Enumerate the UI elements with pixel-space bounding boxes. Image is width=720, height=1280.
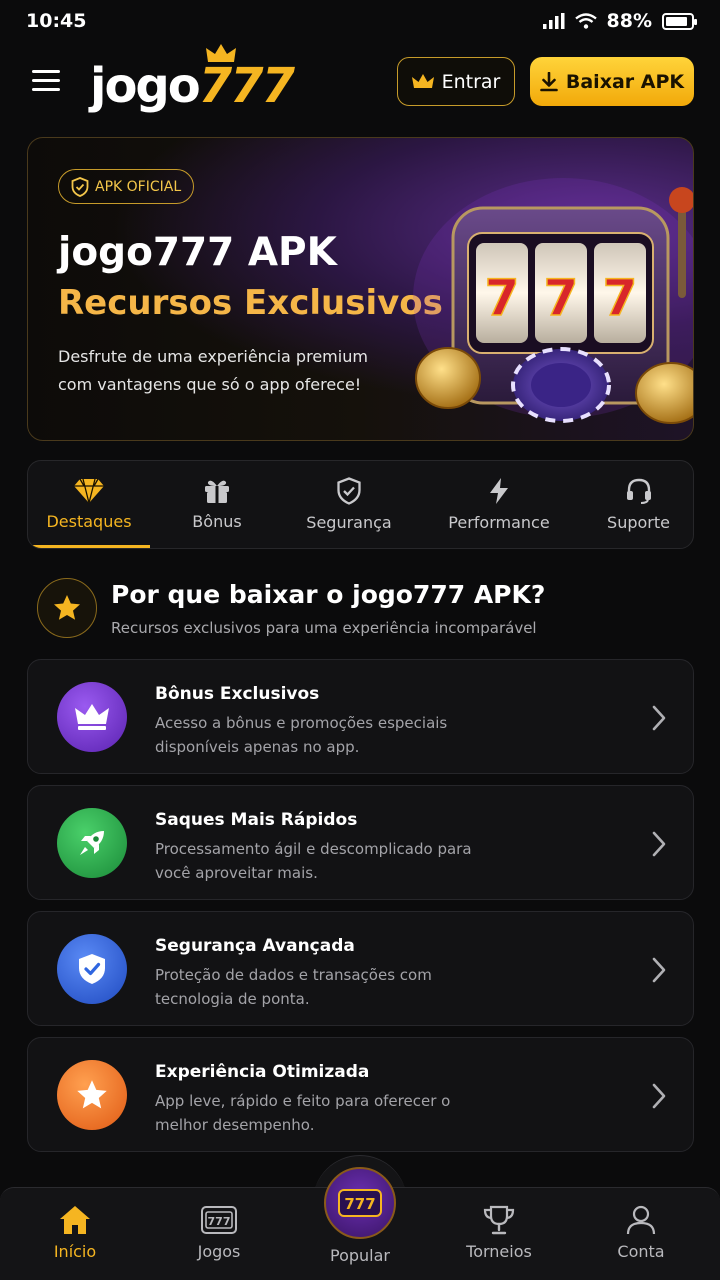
signal-icon bbox=[542, 13, 565, 29]
crown-icon bbox=[411, 73, 434, 88]
hero-title: jogo777 APK bbox=[58, 230, 337, 275]
logo: jogo 777 bbox=[90, 44, 295, 110]
battery-icon bbox=[662, 12, 697, 30]
section-subtitle: Recursos exclusivos para uma experiência… bbox=[111, 619, 537, 637]
feature-description: Acesso a bônus e promoções especiais dis… bbox=[155, 714, 448, 756]
nav-torneios[interactable]: Torneios bbox=[449, 1187, 549, 1280]
nav-popular-button[interactable]: 777 bbox=[324, 1167, 396, 1239]
crown-icon bbox=[57, 682, 127, 752]
status-time: 10:45 bbox=[26, 10, 87, 32]
feature-card-bonus[interactable]: Bônus Exclusivos Acesso a bônus e promoç… bbox=[27, 659, 694, 774]
feature-description: App leve, rápido e feito para oferecer o… bbox=[155, 1092, 451, 1134]
feature-card-seguranca[interactable]: Segurança Avançada Proteção de dados e t… bbox=[27, 911, 694, 1026]
feature-title: Bônus Exclusivos bbox=[155, 684, 320, 704]
nav-inicio[interactable]: Início bbox=[25, 1187, 125, 1280]
download-apk-button[interactable]: Baixar APK bbox=[530, 57, 694, 106]
wifi-icon bbox=[574, 13, 597, 29]
tab-performance[interactable]: Performance bbox=[414, 461, 584, 548]
gift-icon bbox=[205, 480, 229, 503]
headset-icon bbox=[626, 478, 651, 504]
official-apk-badge: APK OFICIAL bbox=[58, 169, 195, 204]
login-button[interactable]: Entrar bbox=[397, 57, 515, 106]
svg-text:7: 7 bbox=[603, 269, 638, 327]
nav-conta[interactable]: Conta bbox=[591, 1187, 691, 1280]
svg-text:777: 777 bbox=[208, 1215, 231, 1228]
feature-tabs: Destaques Bônus Segurança Performance Su… bbox=[27, 460, 694, 549]
battery-percent: 88% bbox=[606, 10, 652, 32]
hero-subtitle: Recursos Exclusivos bbox=[58, 283, 443, 323]
shield-check-icon bbox=[57, 934, 127, 1004]
slot-machine-image: 7 7 7 bbox=[413, 178, 693, 424]
slot-icon: 777 bbox=[201, 1206, 237, 1234]
menu-icon[interactable] bbox=[32, 70, 60, 92]
rocket-icon bbox=[57, 808, 127, 878]
user-icon bbox=[626, 1205, 656, 1235]
feature-card-saques[interactable]: Saques Mais Rápidos Processamento ágil e… bbox=[27, 785, 694, 900]
diamond-icon bbox=[74, 478, 104, 504]
nav-popular-label[interactable]: Popular bbox=[310, 1246, 410, 1265]
home-icon bbox=[60, 1206, 90, 1234]
svg-text:777: 777 bbox=[344, 1195, 375, 1213]
tab-destaques[interactable]: Destaques bbox=[28, 461, 150, 548]
trophy-icon bbox=[483, 1205, 515, 1235]
hero-banner: APK OFICIAL jogo777 APK Recursos Exclusi… bbox=[27, 137, 694, 441]
feature-description: Proteção de dados e transações com tecno… bbox=[155, 966, 432, 1008]
feature-title: Saques Mais Rápidos bbox=[155, 810, 358, 830]
download-icon bbox=[540, 71, 558, 91]
nav-jogos[interactable]: 777 Jogos bbox=[169, 1187, 269, 1280]
feature-title: Segurança Avançada bbox=[155, 936, 355, 956]
chevron-right-icon bbox=[652, 831, 666, 857]
section-title: Por que baixar o jogo777 APK? bbox=[111, 580, 546, 609]
section-star-badge bbox=[37, 578, 97, 638]
chevron-right-icon bbox=[652, 957, 666, 983]
shield-icon bbox=[337, 477, 361, 505]
app-header: jogo 777 Entrar Baixar APK bbox=[0, 44, 720, 112]
feature-title: Experiência Otimizada bbox=[155, 1062, 370, 1082]
crown-icon bbox=[206, 44, 236, 62]
lightning-icon bbox=[490, 478, 508, 504]
chevron-right-icon bbox=[652, 1083, 666, 1109]
feature-card-experiencia[interactable]: Experiência Otimizada App leve, rápido e… bbox=[27, 1037, 694, 1152]
feature-description: Processamento ágil e descomplicado para … bbox=[155, 840, 472, 882]
star-icon bbox=[57, 1060, 127, 1130]
svg-text:7: 7 bbox=[544, 269, 579, 327]
tab-suporte[interactable]: Suporte bbox=[584, 461, 693, 548]
tab-bonus[interactable]: Bônus bbox=[150, 461, 284, 548]
tab-seguranca[interactable]: Segurança bbox=[284, 461, 414, 548]
hero-description: Desfrute de uma experiência premium com … bbox=[58, 347, 368, 394]
shield-check-icon bbox=[71, 176, 89, 197]
chevron-right-icon bbox=[652, 705, 666, 731]
star-icon bbox=[54, 595, 80, 620]
status-bar: 10:45 88% bbox=[0, 0, 720, 42]
svg-text:7: 7 bbox=[485, 269, 520, 327]
777-icon: 777 bbox=[338, 1189, 382, 1217]
